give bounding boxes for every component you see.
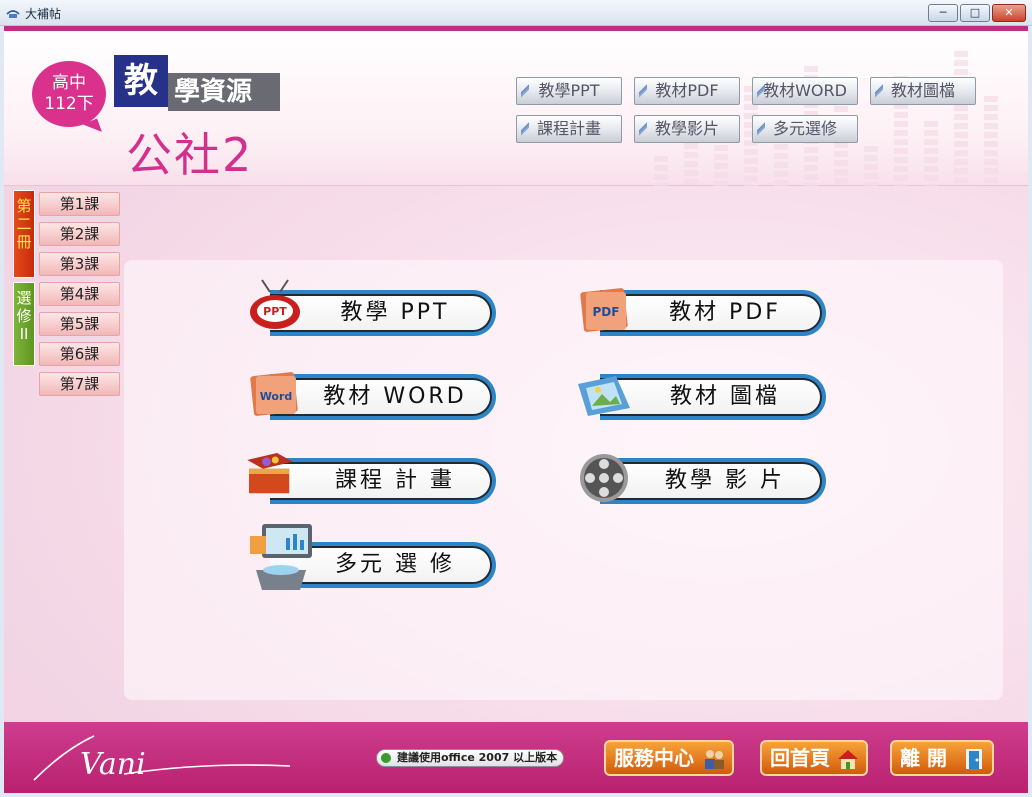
logo-title: 學資源 bbox=[168, 73, 280, 111]
maximize-button[interactable]: □ bbox=[960, 4, 990, 22]
resource-label: 教材 圖檔 bbox=[600, 378, 822, 416]
resource-label: 課程 計 畫 bbox=[270, 462, 492, 500]
nav-course-plan[interactable]: 課程計畫 bbox=[516, 115, 622, 143]
volume-tab-label: 第二冊 bbox=[16, 197, 32, 251]
presentation-screen-icon bbox=[250, 524, 312, 590]
film-reel-icon bbox=[580, 454, 628, 502]
svg-text:PDF: PDF bbox=[593, 305, 620, 319]
window-title: 大補帖 bbox=[25, 7, 62, 21]
exit-button[interactable]: 離 開 bbox=[890, 740, 994, 776]
lesson-4[interactable]: 第4課 bbox=[39, 282, 120, 306]
grade-badge: 高中 112下 bbox=[32, 61, 106, 127]
lesson-2[interactable]: 第2課 bbox=[39, 222, 120, 246]
lesson-1[interactable]: 第1課 bbox=[39, 192, 120, 216]
footer: Vani 建議使用office 2007 以上版本 服務中心 回首頁 離 開 bbox=[4, 722, 1028, 793]
brand-text: Vani bbox=[80, 747, 146, 782]
logo-char: 教 bbox=[114, 55, 168, 107]
lesson-7[interactable]: 第7課 bbox=[39, 372, 120, 396]
exit-door-icon bbox=[966, 749, 982, 769]
home-label: 回首頁 bbox=[770, 746, 830, 770]
people-icon bbox=[705, 750, 724, 769]
window-titlebar: 大補帖 ─ □ ✕ bbox=[0, 0, 1032, 26]
home-button[interactable]: 回首頁 bbox=[760, 740, 868, 776]
service-center-button[interactable]: 服務中心 bbox=[604, 740, 734, 776]
nav-teaching-video[interactable]: 教學影片 bbox=[634, 115, 740, 143]
nav-material-pdf[interactable]: 教材PDF bbox=[634, 77, 740, 105]
grade-line2: 112下 bbox=[44, 94, 94, 114]
lesson-6[interactable]: 第6課 bbox=[39, 342, 120, 366]
equalizer-decoration bbox=[644, 41, 1024, 186]
volume-tab-elective[interactable]: 選修II bbox=[13, 282, 35, 366]
nav-teaching-ppt[interactable]: 教學PPT bbox=[516, 77, 622, 105]
svg-text:PPT: PPT bbox=[263, 305, 287, 318]
treasure-chest-icon bbox=[247, 453, 293, 494]
house-icon bbox=[838, 750, 858, 769]
lesson-5[interactable]: 第5課 bbox=[39, 312, 120, 336]
nav-material-word[interactable]: 教材WORD bbox=[752, 77, 858, 105]
pdf-folder-icon: PDF bbox=[580, 288, 628, 332]
resource-course-plan-button[interactable]: 課程 計 畫 bbox=[270, 458, 496, 504]
close-button[interactable]: ✕ bbox=[992, 4, 1026, 22]
nav-elective[interactable]: 多元選修 bbox=[752, 115, 858, 143]
header: 高中 112下 教 學資源 公社2 教學PPT 教材PDF 教材WORD 教材圖… bbox=[4, 31, 1028, 186]
vani-logo: Vani bbox=[33, 735, 291, 782]
lesson-3[interactable]: 第3課 bbox=[39, 252, 120, 276]
nav-material-images[interactable]: 教材圖檔 bbox=[870, 77, 976, 105]
app-canvas: 高中 112下 教 學資源 公社2 教學PPT 教材PDF 教材WORD 教材圖… bbox=[4, 26, 1028, 793]
subject-title: 公社2 bbox=[126, 128, 254, 182]
word-folder-icon: Word bbox=[250, 372, 298, 416]
service-center-label: 服務中心 bbox=[614, 746, 694, 770]
image-folder-icon bbox=[578, 376, 630, 416]
ppt-tv-icon: PPT bbox=[250, 279, 300, 329]
grade-line1: 高中 bbox=[52, 73, 86, 93]
exit-label: 離 開 bbox=[900, 746, 947, 770]
office-version-note: 建議使用office 2007 以上版本 bbox=[376, 749, 565, 767]
app-icon bbox=[6, 10, 20, 18]
resource-images-button[interactable]: 教材 圖檔 bbox=[600, 374, 826, 420]
svg-text:Word: Word bbox=[260, 390, 293, 403]
volume-tab-2[interactable]: 第二冊 bbox=[13, 190, 35, 278]
volume-tab-label: 選修II bbox=[16, 289, 32, 343]
minimize-button[interactable]: ─ bbox=[928, 4, 958, 22]
